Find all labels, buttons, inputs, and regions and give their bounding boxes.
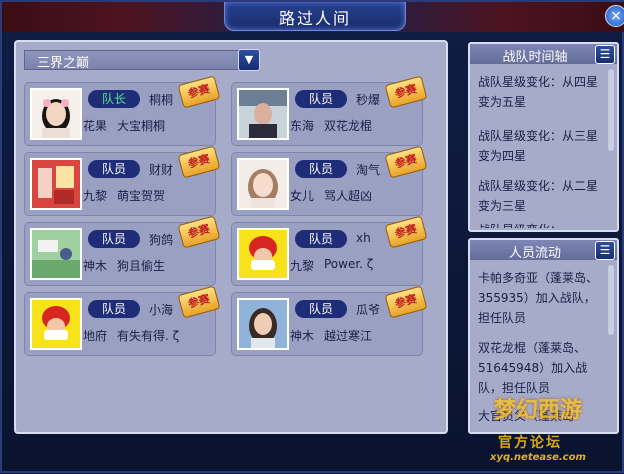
member-name: 大宝桐桐 [117,119,166,133]
title-bar: 路过人间 × [2,2,624,32]
member-name: Power. ζ [324,257,374,271]
member-nickname: 桐桐 [149,93,174,107]
timeline-title: 战队时间轴 [502,50,568,65]
member-card[interactable]: 队员 淘气 女儿 骂人超凶 参赛 [231,145,428,216]
timeline-entry: 战队星级变化： [478,220,604,228]
member-server: 九黎 [290,259,315,273]
member-card[interactable]: 队员 xh 九黎 Power. ζ 参赛 [231,215,428,286]
game-logo: 梦幻西游 [494,398,583,423]
member-server: 神木 [290,329,315,343]
team-dropdown[interactable]: 三界之巅 ▼ [24,49,260,71]
avatar [30,298,82,350]
participate-badge: 参赛 [384,145,428,179]
avatar [237,158,289,210]
menu-icon[interactable]: ☰ [595,45,615,64]
member-name: 双花龙棍 [324,119,373,133]
member-server: 地府 [83,329,108,343]
timeline-entry: 战队星级变化：从三星变为四星 [478,129,599,163]
member-server: 花果 [83,119,108,133]
member-name: 越过寒江 [324,329,373,343]
member-card[interactable]: 队员 瓜爷 神木 越过寒江 参赛 [231,285,428,356]
member-name: 狗且偷生 [117,259,166,273]
participate-badge: 参赛 [177,145,221,179]
avatar [30,88,82,140]
member-panel: 三界之巅 ▼ 队长 桐桐 花果 大宝桐桐 参赛 队员 秒爆 东海 双花龙棍 参赛 [14,40,448,434]
role-pill: 队员 [88,160,140,178]
participate-badge: 参赛 [177,285,221,319]
chevron-down-icon[interactable]: ▼ [238,49,260,71]
member-card[interactable]: 队员 财财 九黎 萌宝贺贺 参赛 [24,145,221,216]
avatar [237,88,289,140]
member-server: 女儿 [290,189,315,203]
participate-badge: 参赛 [177,215,221,249]
watermark-url: xyq.netease.com [490,452,586,463]
timeline-entry: 战队星级变化：从四星变为五星 [478,75,599,109]
flow-title: 人员流动 [508,246,561,261]
member-nickname: 瓜爷 [356,303,381,317]
team-window: 路过人间 × 三界之巅 ▼ 队长 桐桐 花果 大宝桐桐 参赛 队员 秒爆 东海 [0,0,624,473]
participate-badge: 参赛 [384,75,428,109]
role-pill: 队员 [88,230,140,248]
title-plate: 路过人间 [224,2,406,31]
flow-header: 人员流动 ☰ [470,240,617,261]
member-card[interactable]: 队员 狗鸽 神木 狗且偷生 参赛 [24,215,221,286]
role-pill: 队员 [88,300,140,318]
avatar [30,228,82,280]
role-pill: 队长 [88,90,140,108]
member-name: 有失有得. ζ [117,329,180,343]
member-nickname: 秒爆 [356,93,381,107]
member-card[interactable]: 队员 秒爆 东海 双花龙棍 参赛 [231,75,428,146]
member-nickname: 小海 [149,303,174,317]
participate-badge: 参赛 [384,215,428,249]
watermark-forum-label: 官方论坛 [498,435,562,451]
avatar [237,298,289,350]
window-title: 路过人间 [278,9,351,28]
team-dropdown-value: 三界之巅 [37,56,90,71]
member-nickname: 淘气 [356,163,381,177]
member-name: 萌宝贺贺 [117,189,166,203]
member-card[interactable]: 队员 小海 地府 有失有得. ζ 参赛 [24,285,221,356]
member-server: 九黎 [83,189,108,203]
role-pill: 队员 [295,300,347,318]
flow-entry: 卡帕多奇亚（蓬莱岛、355935）加入战队，担任队员 [478,271,599,325]
timeline-entry: 战队星级变化：从二星变为三星 [478,179,599,213]
menu-icon[interactable]: ☰ [595,241,615,260]
forum-watermark: 梦幻西游 官方论坛 xyq.netease.com [464,388,622,474]
member-nickname: xh [356,231,371,245]
member-card[interactable]: 队长 桐桐 花果 大宝桐桐 参赛 [24,75,221,146]
avatar [30,158,82,210]
timeline-scrollbar[interactable] [608,69,614,151]
participate-badge: 参赛 [384,285,428,319]
participate-badge: 参赛 [177,75,221,109]
member-nickname: 财财 [149,163,174,177]
role-pill: 队员 [295,160,347,178]
close-button[interactable]: × [605,5,624,27]
member-name: 骂人超凶 [324,189,373,203]
role-pill: 队员 [295,90,347,108]
member-server: 东海 [290,119,315,133]
timeline-header: 战队时间轴 ☰ [470,44,617,65]
avatar [237,228,289,280]
member-nickname: 狗鸽 [149,233,174,247]
role-pill: 队员 [295,230,347,248]
flow-scrollbar[interactable] [608,265,614,335]
team-timeline-panel: 战队时间轴 ☰ 战队星级变化：从四星变为五星 战队星级变化：从三星变为四星 战队… [468,42,619,232]
member-server: 神木 [83,259,108,273]
